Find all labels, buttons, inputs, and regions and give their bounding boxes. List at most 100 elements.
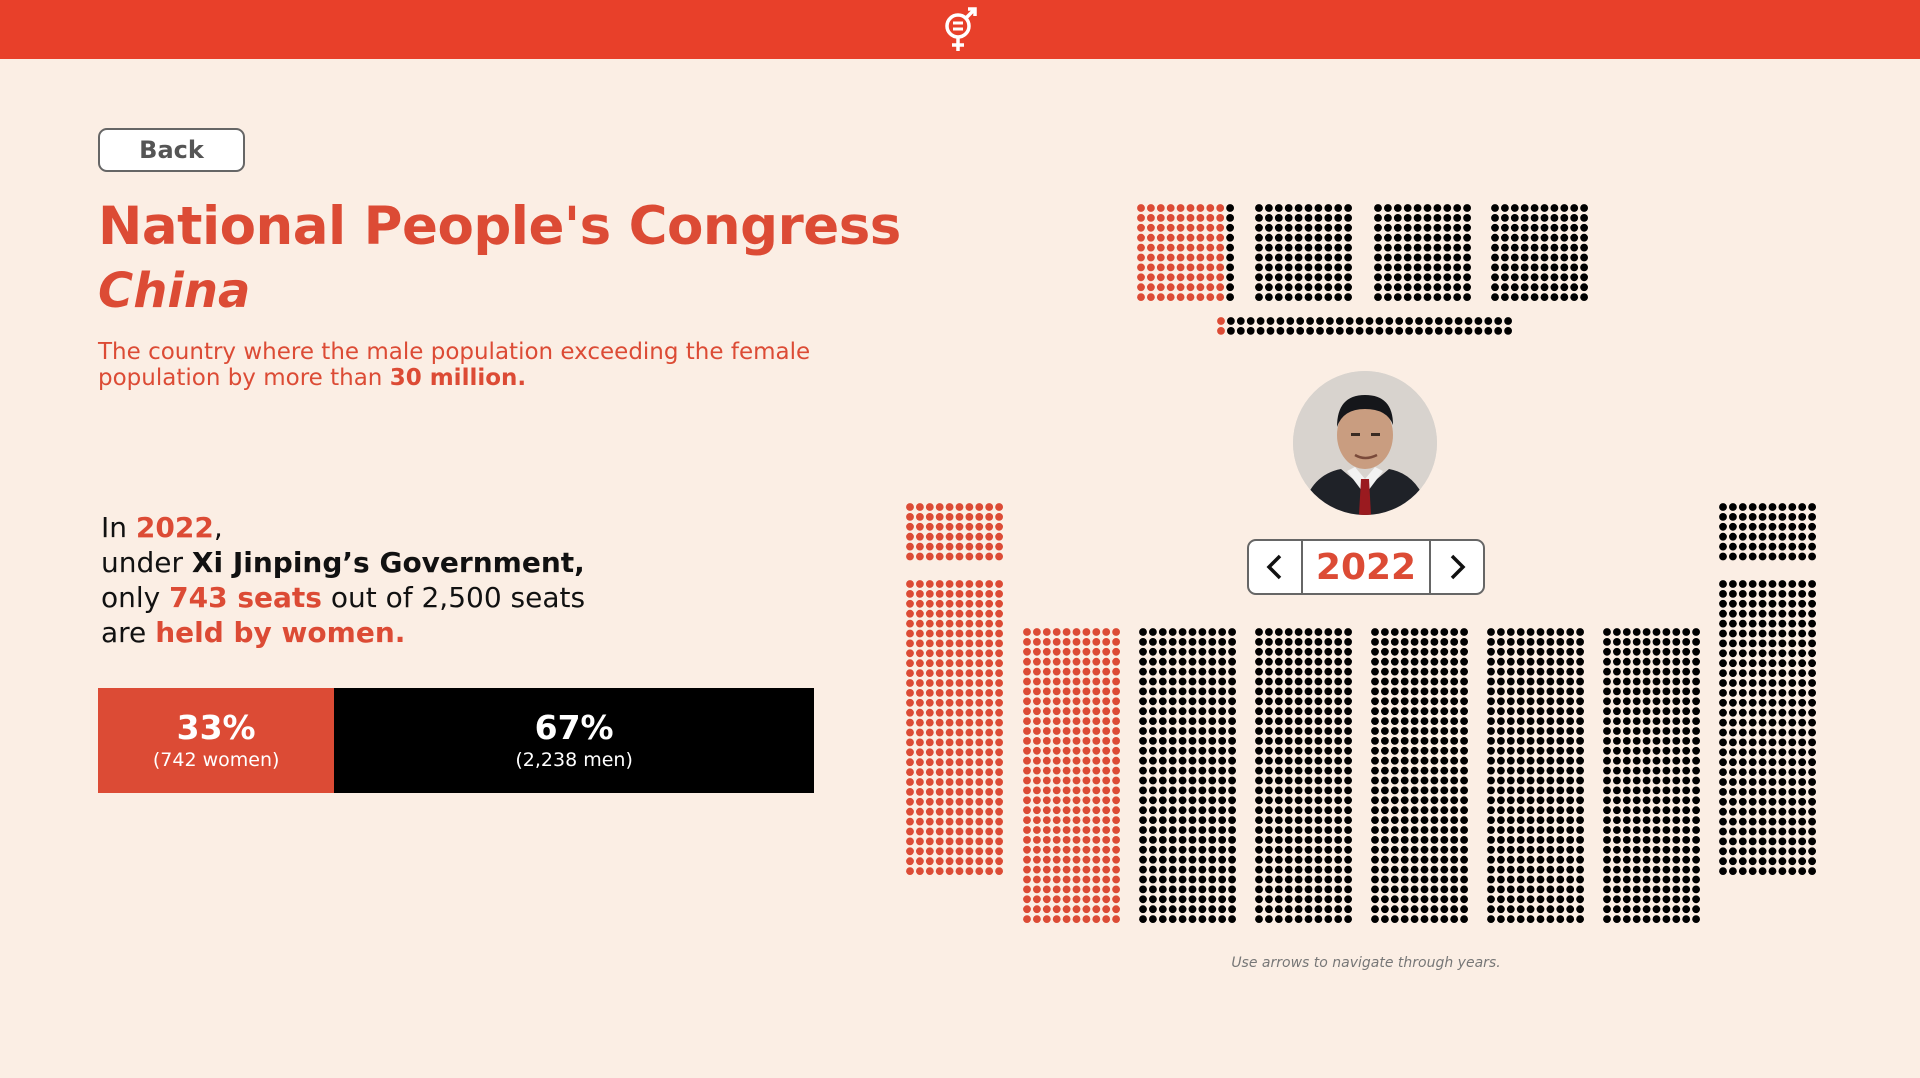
men-seat [1314, 737, 1323, 745]
men-seat [1576, 638, 1584, 646]
women-seat [1147, 283, 1155, 292]
men-seat [1334, 243, 1343, 252]
prev-year-button[interactable] [1249, 541, 1303, 593]
women-seat [985, 689, 994, 697]
men-seat [1497, 638, 1505, 646]
men-seat [1344, 628, 1352, 636]
men-seat [1139, 845, 1147, 854]
men-seat [1294, 826, 1303, 834]
men-seat [1570, 223, 1579, 232]
men-seat [1265, 855, 1273, 864]
men-seat [1255, 766, 1263, 775]
women-seat [1072, 796, 1081, 805]
men-seat [1324, 647, 1333, 656]
men-seat [1738, 659, 1747, 668]
men-seat [1613, 836, 1621, 844]
men-seat [1497, 756, 1505, 765]
men-seat [1570, 293, 1579, 301]
men-seat [1236, 327, 1245, 335]
women-seat [1023, 816, 1031, 824]
men-seat [1450, 707, 1459, 716]
women-seat [906, 590, 914, 598]
women-seat [985, 580, 994, 588]
women-seat [1082, 647, 1091, 656]
men-seat [1345, 327, 1354, 335]
women-seat [916, 738, 924, 747]
men-seat [1453, 273, 1462, 282]
men-seat [1768, 718, 1777, 727]
men-seat [1788, 698, 1797, 707]
women-seat [1206, 214, 1215, 222]
men-seat [1410, 836, 1419, 844]
men-seat [1228, 727, 1236, 735]
men-seat [1501, 233, 1509, 242]
women-seat [1033, 806, 1041, 815]
men-seat [1516, 737, 1525, 745]
men-seat [1808, 738, 1816, 747]
men-seat [1400, 717, 1409, 725]
women-seat [1072, 766, 1081, 775]
men-seat [1516, 638, 1525, 646]
men-seat [1662, 806, 1671, 815]
men-seat [1788, 837, 1797, 846]
men-seat [1390, 786, 1399, 795]
men-seat [1768, 580, 1777, 588]
women-seat [965, 837, 974, 846]
next-year-button[interactable] [1429, 541, 1483, 593]
men-seat [1381, 766, 1389, 775]
men-seat [1692, 865, 1700, 874]
men-seat [1748, 659, 1757, 668]
men-seat [1808, 807, 1816, 816]
men-seat [1228, 707, 1236, 716]
women-seat [965, 679, 974, 687]
men-seat [1149, 717, 1157, 725]
men-seat [1798, 718, 1807, 727]
men-seat [1672, 855, 1681, 864]
women-seat [906, 857, 914, 866]
men-seat [1516, 697, 1525, 706]
men-seat [1274, 826, 1283, 834]
men-seat [1632, 826, 1641, 834]
men-seat [1798, 609, 1807, 618]
men-seat [1158, 746, 1167, 755]
women-seat [985, 659, 994, 668]
women-seat [1023, 786, 1031, 795]
men-seat [1274, 895, 1283, 904]
men-seat [1294, 204, 1303, 212]
men-seat [1178, 845, 1187, 854]
men-seat [1265, 717, 1273, 725]
men-seat [1546, 727, 1555, 735]
men-seat [1662, 865, 1671, 874]
men-seat [1294, 865, 1303, 874]
men-seat [1430, 895, 1439, 904]
men-seat [1168, 697, 1177, 706]
men-seat [1304, 766, 1313, 775]
men-seat [1603, 905, 1611, 914]
men-seat [1226, 214, 1234, 222]
women-seat [1072, 836, 1081, 844]
men-seat [1188, 895, 1197, 904]
men-seat [1692, 796, 1700, 805]
women-seat [1062, 895, 1071, 904]
men-seat [1420, 727, 1429, 735]
women-seat [1023, 865, 1031, 874]
men-seat [1682, 638, 1691, 646]
men-seat [1168, 845, 1177, 854]
men-seat [1208, 667, 1217, 676]
men-seat [1788, 669, 1797, 677]
women-seat [1102, 697, 1111, 706]
women-seat [1137, 293, 1145, 301]
women-seat [975, 807, 984, 816]
men-seat [1371, 717, 1379, 725]
men-seat [1642, 786, 1651, 795]
men-seat [1255, 756, 1263, 765]
men-seat [1546, 707, 1555, 716]
men-seat [1748, 768, 1757, 776]
men-seat [1218, 697, 1227, 706]
men-seat [1344, 895, 1352, 904]
women-seat [1092, 905, 1101, 914]
men-seat [1460, 885, 1468, 894]
men-seat [1228, 845, 1236, 854]
women-seat [995, 817, 1003, 826]
women-seat [995, 649, 1003, 658]
